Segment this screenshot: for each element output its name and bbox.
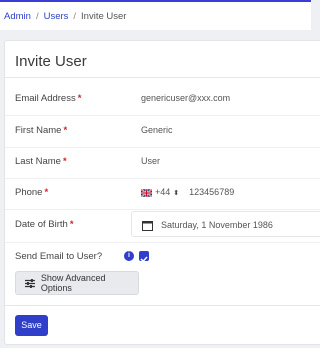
send-email-row: Send Email to User? i <box>15 243 320 271</box>
calendar-icon <box>142 220 153 231</box>
chevron-updown-icon[interactable]: ⬍ <box>173 181 179 207</box>
show-advanced-options-label: Show Advanced Options <box>40 273 106 293</box>
sliders-icon <box>25 278 35 288</box>
divider <box>5 77 320 78</box>
invite-user-card: Invite User Email Address * genericuser@x… <box>4 40 320 345</box>
required-mark: * <box>77 93 82 104</box>
dob-label-text: Date of Birth <box>15 219 68 230</box>
first-name-field[interactable]: Generic <box>131 117 320 143</box>
first-name-row: First Name * Generic <box>15 117 320 145</box>
phone-row: Phone * +44 ⬍ 123456789 <box>15 179 320 207</box>
show-advanced-options-button[interactable]: Show Advanced Options <box>15 271 139 295</box>
breadcrumb-separator: / <box>73 10 77 22</box>
last-name-label: Last Name * <box>15 148 67 176</box>
last-name-row: Last Name * User <box>15 148 320 176</box>
required-mark: * <box>63 125 68 136</box>
dob-field[interactable]: Saturday, 1 November 1986 <box>131 211 320 237</box>
dob-row: Date of Birth * Saturday, 1 November 1986 <box>15 211 320 239</box>
checkmark-icon <box>140 256 148 263</box>
page-title: Invite User <box>15 53 87 70</box>
first-name-label: First Name * <box>15 117 67 145</box>
email-field[interactable]: genericuser@xxx.com <box>131 85 320 111</box>
info-icon[interactable]: i <box>124 251 134 261</box>
uk-flag-icon <box>141 188 152 197</box>
first-name-label-text: First Name <box>15 125 62 136</box>
last-name-field[interactable]: User <box>131 148 320 174</box>
phone-label-text: Phone <box>15 187 43 198</box>
required-mark: * <box>62 156 67 167</box>
breadcrumb: Admin / Users / Invite User <box>0 2 311 30</box>
divider <box>5 305 320 306</box>
required-mark: * <box>69 219 74 230</box>
save-button[interactable]: Save <box>15 315 48 336</box>
divider <box>5 115 320 116</box>
phone-label: Phone * <box>15 179 48 207</box>
breadcrumb-current: Invite User <box>81 10 127 22</box>
last-name-label-text: Last Name <box>15 156 61 167</box>
email-row: Email Address * genericuser@xxx.com <box>15 85 320 113</box>
breadcrumb-separator: / <box>35 10 39 22</box>
breadcrumb-admin-link[interactable]: Admin <box>4 11 31 22</box>
phone-number: 123456789 <box>189 187 235 197</box>
divider <box>5 209 320 210</box>
email-label: Email Address * <box>15 85 81 113</box>
breadcrumb-users-link[interactable]: Users <box>44 11 69 22</box>
send-email-checkbox[interactable] <box>139 251 149 263</box>
phone-field[interactable]: +44 ⬍ 123456789 <box>131 179 320 205</box>
dob-value: Saturday, 1 November 1986 <box>161 220 273 230</box>
dial-code[interactable]: +44 <box>155 187 170 197</box>
send-email-label: Send Email to User? <box>15 251 103 262</box>
required-mark: * <box>44 187 49 198</box>
email-label-text: Email Address <box>15 93 76 104</box>
dob-label: Date of Birth * <box>15 211 74 239</box>
